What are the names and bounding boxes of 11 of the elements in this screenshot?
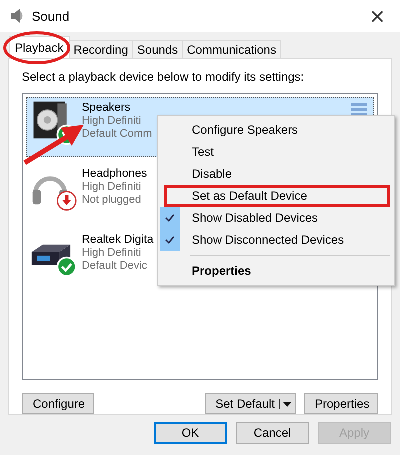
device-status: Default Devic	[82, 260, 148, 273]
device-name: Headphones	[82, 168, 148, 181]
window-title: Sound	[32, 8, 71, 24]
device-description: High Definiti	[82, 181, 142, 194]
device-description: High Definiti	[82, 247, 142, 260]
device-status: Default Comm	[82, 128, 152, 141]
instruction-text: Select a playback device below to modify its settings:	[22, 70, 306, 84]
device-name: Realtek Digita	[82, 234, 154, 247]
device-description: High Definiti	[82, 115, 142, 128]
device-status: Not plugged	[82, 194, 142, 207]
device-name: Speakers	[82, 102, 132, 115]
